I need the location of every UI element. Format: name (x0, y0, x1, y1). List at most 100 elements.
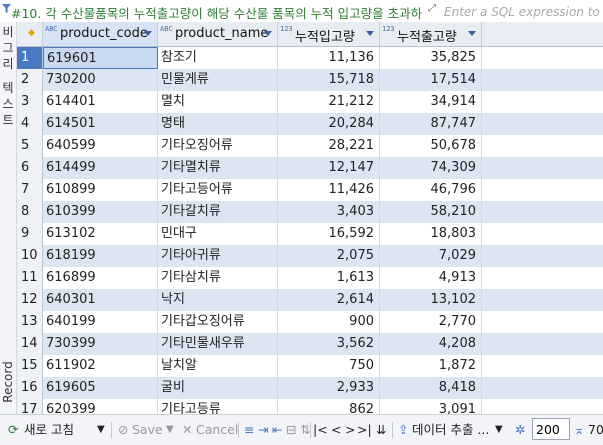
cumulative-out-cell[interactable]: 34,914 (380, 91, 482, 113)
cumulative-out-cell[interactable]: 2,770 (380, 311, 482, 333)
row-number-cell[interactable]: 10 (17, 245, 43, 267)
sort-dropdown-icon[interactable] (366, 31, 374, 36)
table-row[interactable]: 17 620399 기타고등류 862 3,091 (17, 399, 603, 414)
cumulative-in-cell[interactable]: 3,403 (278, 201, 380, 223)
first-page-icon[interactable]: |< (313, 415, 328, 445)
product-name-cell[interactable]: 기타아귀류 (158, 245, 278, 267)
row-number-cell[interactable]: 4 (17, 113, 43, 135)
product-code-cell[interactable]: 614499 (43, 157, 158, 179)
edit-row-icon[interactable]: ≡ (244, 415, 254, 445)
product-name-cell[interactable]: 기타고등어류 (158, 179, 278, 201)
row-number-cell[interactable]: 17 (17, 399, 43, 414)
row-number-cell[interactable]: 14 (17, 333, 43, 355)
side-tab-char[interactable]: 리 (0, 58, 16, 71)
row-number-cell[interactable]: 12 (17, 289, 43, 311)
product-name-cell[interactable]: 기타멸치류 (158, 157, 278, 179)
fetch-all-icon[interactable]: ⇊ (376, 415, 386, 445)
product-name-cell[interactable]: 민물게류 (158, 69, 278, 91)
table-row[interactable]: 11 616899 기타삼치류 1,613 4,913 (17, 267, 603, 289)
side-tab-char[interactable]: 트 (0, 114, 16, 127)
column-header-product-name[interactable]: ABC product_name (158, 22, 278, 46)
row-number-cell[interactable]: 15 (17, 355, 43, 377)
cancel-button[interactable]: Cancel (196, 415, 238, 445)
side-tab-char[interactable]: 스 (0, 98, 16, 111)
save-button[interactable]: Save (132, 415, 163, 445)
row-number-cell[interactable]: 2 (17, 69, 43, 91)
side-tab-char[interactable]: 그 (0, 42, 16, 55)
product-code-cell[interactable]: 640199 (43, 311, 158, 333)
copy-row-icon[interactable]: ⇤ (272, 415, 282, 445)
column-header-cumulative-out[interactable]: 123 누적출고량 (380, 22, 482, 46)
cumulative-in-cell[interactable]: 900 (278, 311, 380, 333)
column-header-cumulative-in[interactable]: 123 누적입고량 (278, 22, 380, 46)
sort-dropdown-icon[interactable] (468, 31, 476, 36)
product-name-cell[interactable]: 명태 (158, 113, 278, 135)
corner-cell[interactable]: ◆ (17, 22, 43, 46)
row-number-cell[interactable]: 13 (17, 311, 43, 333)
product-code-cell[interactable]: 610899 (43, 179, 158, 201)
next-page-icon[interactable]: > (345, 415, 355, 445)
cumulative-out-cell[interactable]: 1,872 (380, 355, 482, 377)
table-row[interactable]: 6 614499 기타멸치류 12,147 74,309 (17, 157, 603, 179)
cumulative-out-cell[interactable]: 18,803 (380, 223, 482, 245)
cumulative-in-cell[interactable]: 2,075 (278, 245, 380, 267)
settings-icon[interactable]: ✲ (515, 415, 525, 445)
cumulative-out-cell[interactable]: 7,029 (380, 245, 482, 267)
product-code-cell[interactable]: 610399 (43, 201, 158, 223)
cumulative-out-cell[interactable]: 13,102 (380, 289, 482, 311)
product-name-cell[interactable]: 기타갈치류 (158, 201, 278, 223)
product-name-cell[interactable]: 기타삼치류 (158, 267, 278, 289)
cumulative-out-cell[interactable]: 74,309 (380, 157, 482, 179)
table-row[interactable]: 16 619605 굴비 2,933 8,418 (17, 377, 603, 399)
product-code-cell[interactable]: 611902 (43, 355, 158, 377)
cumulative-out-cell[interactable]: 87,747 (380, 113, 482, 135)
cumulative-in-cell[interactable]: 16,592 (278, 223, 380, 245)
table-row[interactable]: 9 613102 민대구 16,592 18,803 (17, 223, 603, 245)
cumulative-in-cell[interactable]: 12,147 (278, 157, 380, 179)
product-code-cell[interactable]: 616899 (43, 267, 158, 289)
product-code-cell[interactable]: 619605 (43, 377, 158, 399)
product-code-cell[interactable]: 614501 (43, 113, 158, 135)
cumulative-out-cell[interactable]: 58,210 (380, 201, 482, 223)
cumulative-in-cell[interactable]: 2,614 (278, 289, 380, 311)
cumulative-in-cell[interactable]: 15,718 (278, 69, 380, 91)
product-code-cell[interactable]: 640301 (43, 289, 158, 311)
cumulative-in-cell[interactable]: 3,562 (278, 333, 380, 355)
table-row[interactable]: 12 640301 낙지 2,614 13,102 (17, 289, 603, 311)
row-number-cell[interactable]: 7 (17, 179, 43, 201)
product-code-cell[interactable]: 618199 (43, 245, 158, 267)
row-number-cell[interactable]: 8 (17, 201, 43, 223)
cumulative-out-cell[interactable]: 3,091 (380, 399, 482, 414)
cumulative-in-cell[interactable]: 21,212 (278, 91, 380, 113)
cumulative-out-cell[interactable]: 17,514 (380, 69, 482, 91)
product-code-cell[interactable]: 620399 (43, 399, 158, 414)
product-code-cell[interactable]: 614401 (43, 91, 158, 113)
product-name-cell[interactable]: 참조기 (158, 47, 278, 69)
cumulative-out-cell[interactable]: 4,913 (380, 267, 482, 289)
product-name-cell[interactable]: 낙지 (158, 289, 278, 311)
product-code-cell[interactable]: 730200 (43, 69, 158, 91)
product-name-cell[interactable]: 기타고등류 (158, 399, 278, 414)
cumulative-in-cell[interactable]: 11,426 (278, 179, 380, 201)
export-data-button[interactable]: 데이터 추출 ... (412, 415, 489, 445)
row-number-cell[interactable]: 11 (17, 267, 43, 289)
product-code-cell[interactable]: 619601 (43, 47, 158, 69)
cumulative-out-cell[interactable]: 46,796 (380, 179, 482, 201)
cumulative-out-cell[interactable]: 35,825 (380, 47, 482, 69)
row-number-cell[interactable]: 5 (17, 135, 43, 157)
expand-icon[interactable]: ⤢ (428, 3, 440, 15)
table-row[interactable]: 4 614501 명태 20,284 87,747 (17, 113, 603, 135)
sort-dropdown-icon[interactable] (144, 31, 152, 36)
cumulative-out-cell[interactable]: 50,678 (380, 135, 482, 157)
table-row[interactable]: 14 730399 기타민물새우류 3,562 4,208 (17, 333, 603, 355)
product-name-cell[interactable]: 날치알 (158, 355, 278, 377)
column-header-product-code[interactable]: ABC product_code (43, 22, 158, 46)
record-mode-tab[interactable]: Record (0, 357, 16, 407)
refresh-dropdown-icon[interactable]: ▼ (97, 415, 105, 445)
row-number-cell[interactable]: 1 (17, 47, 43, 69)
product-name-cell[interactable]: 굴비 (158, 377, 278, 399)
product-name-cell[interactable]: 기타오징어류 (158, 135, 278, 157)
table-row[interactable]: 5 640599 기타오징어류 28,221 50,678 (17, 135, 603, 157)
product-code-cell[interactable]: 730399 (43, 333, 158, 355)
product-name-cell[interactable]: 기타갑오징어류 (158, 311, 278, 333)
